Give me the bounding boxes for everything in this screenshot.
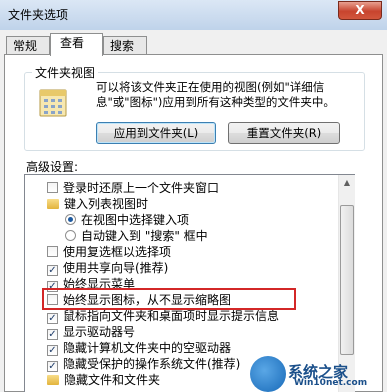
checkbox-checked[interactable]: ✓ <box>47 345 58 356</box>
watermark-logo-icon <box>250 356 286 392</box>
setting-label: 在视图中选择键入项 <box>81 213 190 227</box>
scrollbar-thumb[interactable] <box>340 205 354 355</box>
highlight-box <box>42 288 296 310</box>
watermark-url: Win10net.com <box>294 378 368 388</box>
setting-row[interactable]: 自动键入到 "搜索" 框中 <box>65 228 208 244</box>
folder-icon <box>47 375 59 385</box>
setting-row[interactable]: 使用复选框以选择项 <box>47 244 171 260</box>
setting-label: 使用复选框以选择项 <box>63 245 172 259</box>
window-title: 文件夹选项 <box>8 8 69 22</box>
setting-label: 使用共享向导(推荐) <box>63 261 169 275</box>
close-icon: X <box>355 3 365 17</box>
advanced-settings-label: 高级设置: <box>26 160 79 174</box>
setting-label: 隐藏文件和文件夹 <box>64 373 161 387</box>
advanced-settings-list[interactable]: 登录时还原上一个文件夹窗口 键入列表视图时在视图中选择键入项自动键入到 "搜索" … <box>24 174 355 392</box>
setting-label: 登录时还原上一个文件夹窗口 <box>63 181 220 195</box>
folder-views-label: 文件夹视图 <box>32 64 99 81</box>
folder-views-description: 可以将该文件夹正在使用的视图(例如"详细信息"或"图标")应用到所有这种类型的文… <box>96 80 335 109</box>
checkbox-checked[interactable]: ✓ <box>47 313 58 324</box>
close-button[interactable]: X <box>338 1 382 20</box>
folder-views-icon <box>39 89 67 117</box>
setting-row[interactable]: ✓ 鼠标指向文件夹和桌面项时显示提示信息 <box>47 308 279 324</box>
tab-general-label: 常规 <box>13 39 38 53</box>
tab-view[interactable]: 查看 <box>50 33 103 56</box>
scroll-up-arrow-icon[interactable]: ▲ <box>339 175 355 191</box>
checkbox-checked[interactable]: ✓ <box>47 361 58 372</box>
folder-icon <box>47 199 59 209</box>
setting-row[interactable]: 隐藏文件和文件夹 <box>47 372 160 388</box>
vertical-scrollbar[interactable]: ▲ <box>338 175 355 392</box>
tab-view-label: 查看 <box>60 36 85 50</box>
tab-search[interactable]: 搜索 <box>103 36 147 56</box>
checkbox-checked[interactable]: ✓ <box>47 265 58 276</box>
setting-row[interactable]: ✓ 隐藏受保护的操作系统文件(推荐) <box>47 356 240 372</box>
tab-general[interactable]: 常规 <box>6 36 50 56</box>
setting-label: 显示驱动器号 <box>63 325 136 339</box>
tab-search-label: 搜索 <box>110 39 135 53</box>
setting-row[interactable]: 在视图中选择键入项 <box>65 212 189 228</box>
reset-folders-button[interactable]: 重置文件夹(R) <box>228 122 340 144</box>
setting-row[interactable]: 登录时还原上一个文件夹窗口 <box>47 180 219 196</box>
setting-label: 自动键入到 "搜索" 框中 <box>81 229 208 243</box>
checkbox-checked[interactable]: ✓ <box>47 329 58 340</box>
setting-row[interactable]: 键入列表视图时 <box>47 196 148 212</box>
setting-label: 鼠标指向文件夹和桌面项时显示提示信息 <box>63 309 280 323</box>
setting-row[interactable]: ✓ 使用共享向导(推荐) <box>47 260 168 276</box>
radio-selected[interactable] <box>65 214 76 225</box>
setting-row[interactable]: ✓ 隐藏计算机文件夹中的空驱动器 <box>47 340 231 356</box>
radio-unselected[interactable] <box>65 230 76 241</box>
apply-to-folders-button[interactable]: 应用到文件夹(L) <box>96 122 216 144</box>
setting-label: 键入列表视图时 <box>64 197 149 211</box>
setting-label: 隐藏受保护的操作系统文件(推荐) <box>63 357 241 371</box>
checkbox-unchecked[interactable] <box>47 246 58 257</box>
checkbox-unchecked[interactable] <box>47 182 58 193</box>
setting-label: 隐藏计算机文件夹中的空驱动器 <box>63 341 232 355</box>
setting-row[interactable]: ✓ 显示驱动器号 <box>47 324 135 340</box>
